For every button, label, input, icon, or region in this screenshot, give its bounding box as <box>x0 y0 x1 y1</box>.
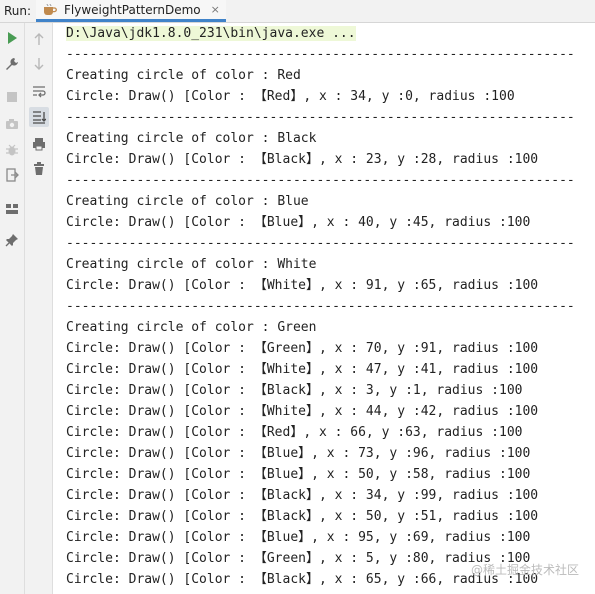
layout-icon[interactable] <box>3 200 21 218</box>
console-line: Circle: Draw() [Color : 【Green】, x : 70,… <box>66 341 539 356</box>
tab-flyweight-pattern-demo[interactable]: FlyweightPatternDemo × <box>36 0 226 22</box>
separator-line: ----------------------------------------… <box>66 236 575 251</box>
console-line: Circle: Draw() [Color : 【Black】, x : 34,… <box>66 488 539 503</box>
stop-icon[interactable] <box>3 88 21 106</box>
separator-line: ----------------------------------------… <box>66 173 575 188</box>
arrow-up-icon[interactable] <box>30 30 48 48</box>
console-line: Creating circle of color : Black <box>66 131 317 146</box>
arrow-down-icon[interactable] <box>30 55 48 73</box>
separator-line: ----------------------------------------… <box>66 299 575 314</box>
print-icon[interactable] <box>30 135 48 153</box>
console-line: Circle: Draw() [Color : 【Black】, x : 23,… <box>66 152 539 167</box>
separator-line: ----------------------------------------… <box>66 110 575 125</box>
wrench-icon[interactable] <box>3 55 21 73</box>
console-line: Circle: Draw() [Color : 【Blue】, x : 50, … <box>66 467 531 482</box>
run-tab-bar: Run: FlyweightPatternDemo × <box>0 0 595 23</box>
scroll-to-end-icon[interactable] <box>29 107 49 127</box>
run-label: Run: <box>4 4 32 18</box>
console-line: Circle: Draw() [Color : 【Blue】, x : 73, … <box>66 446 531 461</box>
console-line: Circle: Draw() [Color : 【Black】, x : 50,… <box>66 509 539 524</box>
console-line: Circle: Draw() [Color : 【Black】, x : 3, … <box>66 383 523 398</box>
console-line: Circle: Draw() [Color : 【White】, x : 91,… <box>66 278 539 293</box>
console-line: Circle: Draw() [Color : 【Red】, x : 34, y… <box>66 89 515 104</box>
trash-icon[interactable] <box>30 160 48 178</box>
tab-title: FlyweightPatternDemo <box>64 2 201 17</box>
console-line: Circle: Draw() [Color : 【White】, x : 44,… <box>66 404 539 419</box>
console-line: Circle: Draw() [Color : 【Blue】, x : 40, … <box>66 215 531 230</box>
console-line: Creating circle of color : Blue <box>66 194 309 209</box>
console-line: Circle: Draw() [Color : 【Blue】, x : 95, … <box>66 530 531 545</box>
console-output[interactable]: D:\Java\jdk1.8.0_231\bin\java.exe ... ---… <box>66 23 595 594</box>
pin-icon[interactable] <box>3 231 21 249</box>
command-line: D:\Java\jdk1.8.0_231\bin\java.exe ... <box>66 23 595 44</box>
left-toolbar <box>0 23 25 594</box>
coffee-cup-icon <box>44 3 57 15</box>
exit-icon[interactable] <box>3 166 21 184</box>
separator-line: ----------------------------------------… <box>66 47 575 62</box>
bug-settings-icon[interactable] <box>3 141 21 159</box>
close-icon[interactable]: × <box>211 3 220 16</box>
console-line: Circle: Draw() [Color : 【White】, x : 47,… <box>66 362 539 377</box>
soft-wrap-icon[interactable] <box>30 82 48 100</box>
console-toolbar <box>25 23 53 594</box>
watermark: @稀土掘金技术社区 <box>470 563 579 577</box>
run-icon[interactable] <box>3 29 21 47</box>
console-line: Circle: Draw() [Color : 【Red】, x : 66, y… <box>66 425 523 440</box>
console-line: Creating circle of color : White <box>66 257 317 272</box>
console-line: Creating circle of color : Red <box>66 68 301 83</box>
command-text[interactable]: D:\Java\jdk1.8.0_231\bin\java.exe ... <box>66 26 356 41</box>
console-line: Creating circle of color : Green <box>66 320 317 335</box>
camera-icon[interactable] <box>3 115 21 133</box>
